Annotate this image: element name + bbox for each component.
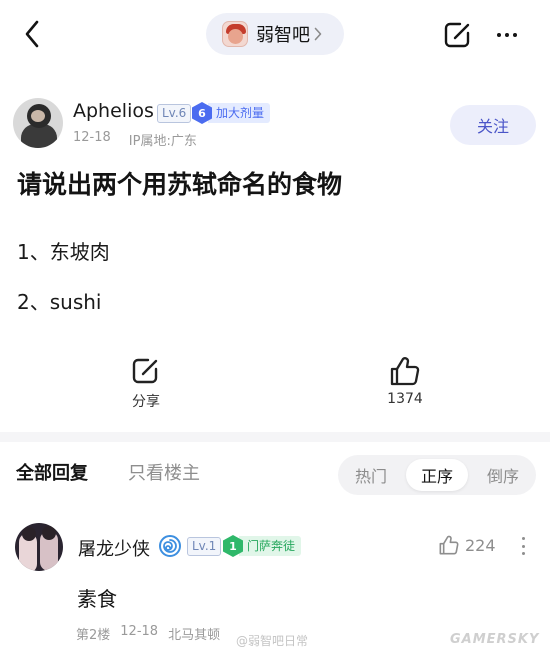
reply-level-badge: Lv.1 [187, 537, 222, 556]
top-bar: 弱智吧 [0, 0, 550, 68]
author-name[interactable]: Aphelios [73, 100, 154, 122]
post-title: 请说出两个用苏轼命名的食物 [17, 170, 343, 199]
fan-title: 加大剂量 [208, 103, 271, 123]
post-line-2: 2、sushi [17, 290, 102, 314]
like-count: 1374 [387, 391, 423, 407]
weibo-watermark: @弱智吧日常 [236, 634, 309, 648]
share-icon [132, 358, 158, 384]
more-icon[interactable] [492, 20, 522, 50]
forum-link[interactable]: 弱智吧 [206, 13, 344, 55]
thumbs-up-icon [390, 357, 420, 386]
author-meta: 12-18 IP属地:广东 [73, 130, 197, 149]
reply-body: 素食 [77, 587, 117, 611]
section-divider [0, 432, 550, 442]
forum-avatar [222, 21, 248, 47]
share-button[interactable]: 分享 [111, 356, 181, 416]
author-avatar[interactable] [13, 98, 63, 148]
sort-hot[interactable]: 热门 [340, 459, 402, 491]
back-button[interactable] [18, 18, 46, 50]
reply-fan-title: 门萨奔徒 [239, 536, 302, 556]
author-fan-badge: 6 加大剂量 [192, 102, 271, 124]
reply-fan-badge: 1 门萨奔徒 [223, 535, 302, 557]
reply-location: 北马其顿 [168, 628, 221, 643]
swirl-icon [159, 535, 181, 557]
reply-like-button[interactable]: 224 [438, 535, 496, 555]
reply-floor: 第2楼 [76, 628, 111, 643]
follow-button[interactable]: 关注 [450, 105, 536, 145]
sort-segmented-control: 热门 正序 倒序 [338, 455, 536, 495]
share-icon [444, 22, 470, 48]
chevron-right-icon [314, 27, 322, 41]
author-level-badge: Lv.6 [157, 104, 192, 123]
post-line-1: 1、东坡肉 [17, 240, 110, 264]
tab-op-only[interactable]: 只看楼主 [128, 459, 200, 485]
forum-name: 弱智吧 [256, 25, 310, 46]
reply-like-count: 224 [465, 535, 496, 555]
reply-date: 12-18 [120, 624, 159, 639]
thumbs-up-icon [439, 535, 459, 555]
site-watermark: GAMERSKY [450, 632, 540, 647]
share-button-top[interactable] [443, 20, 473, 50]
like-button[interactable]: 1374 [370, 356, 440, 416]
reply-more-icon[interactable] [519, 534, 527, 558]
sort-ascending[interactable]: 正序 [406, 459, 468, 491]
back-arrow-icon [25, 20, 39, 48]
reply-avatar[interactable] [15, 523, 63, 571]
reply-meta: 第2楼 12-18 北马其顿 [76, 624, 220, 643]
reply-author-name[interactable]: 屠龙少侠 [78, 535, 150, 561]
share-label: 分享 [132, 394, 160, 410]
tab-all-replies[interactable]: 全部回复 [16, 459, 88, 485]
sort-descending[interactable]: 倒序 [472, 459, 534, 491]
post-date: 12-18 [73, 130, 111, 145]
ip-location: IP属地:广东 [128, 134, 197, 149]
